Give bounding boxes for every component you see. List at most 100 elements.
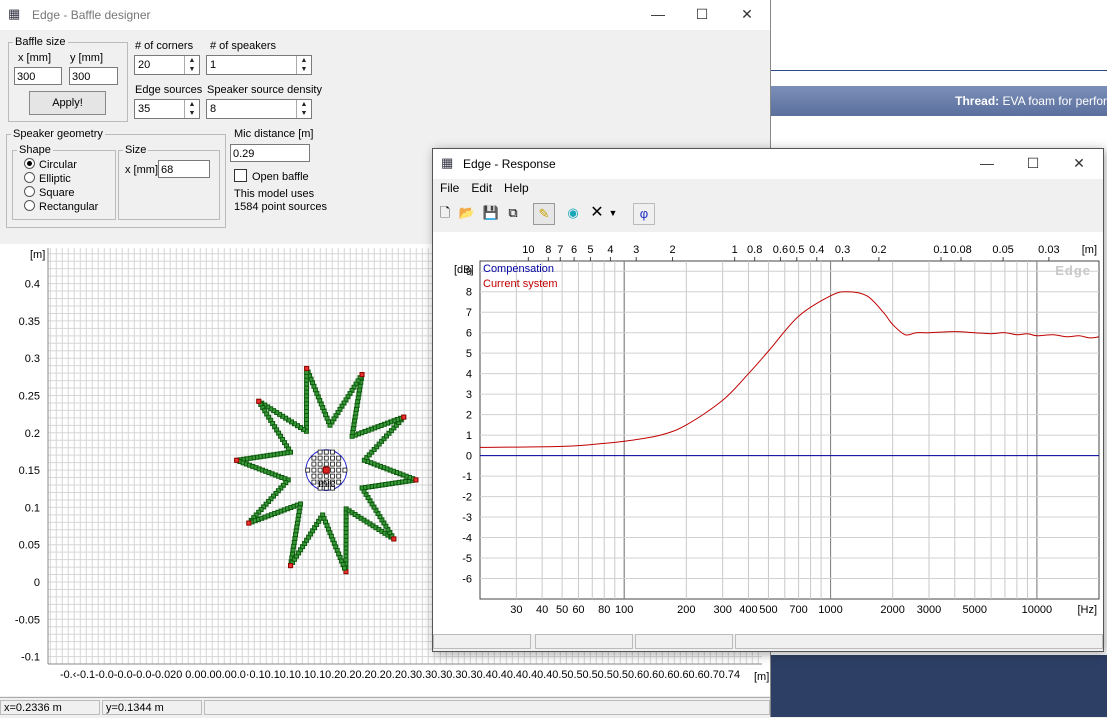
speaker-source-point bbox=[312, 480, 316, 484]
mic-distance-input[interactable]: 0.29 bbox=[230, 144, 310, 162]
menu-bar: File Edit Help bbox=[433, 181, 534, 199]
response-chart-svg[interactable]: 9876543210-1-2-3-4-5-6[dB]30405060801002… bbox=[433, 232, 1103, 634]
top-tick-label: 4 bbox=[607, 244, 613, 256]
radio-circular[interactable]: Circular bbox=[24, 158, 77, 171]
speaker-source-point bbox=[312, 468, 316, 472]
radio-icon[interactable] bbox=[24, 200, 35, 211]
copy-icon[interactable]: ⧉ bbox=[503, 203, 523, 223]
baffle-x-input[interactable]: 300 bbox=[14, 67, 62, 85]
y-tick-label: -6 bbox=[462, 574, 472, 586]
speaker-source-point bbox=[306, 468, 310, 472]
speakers-spinner[interactable]: 1▲▼ bbox=[206, 55, 312, 75]
speaker-source-point bbox=[331, 456, 335, 460]
dropdown-arrow-icon[interactable]: ▼ bbox=[607, 203, 619, 223]
corner-point bbox=[257, 399, 261, 403]
x-axis-label: [Hz] bbox=[1077, 604, 1097, 616]
radio-icon[interactable] bbox=[24, 172, 35, 183]
mic-distance-label: Mic distance [m] bbox=[234, 128, 313, 140]
close-button[interactable]: ✕ bbox=[1069, 155, 1089, 171]
open-baffle-checkbox[interactable]: Open baffle bbox=[234, 169, 309, 183]
baffle-status-bar: x=0.2336 m y=0.1344 m bbox=[0, 697, 770, 718]
spin-arrows-icon[interactable]: ▲▼ bbox=[184, 56, 199, 74]
corners-spinner[interactable]: 20▲▼ bbox=[134, 55, 200, 75]
speaker-source-grid: mic bbox=[306, 450, 347, 491]
baffle-window-title: Edge - Baffle designer bbox=[32, 8, 151, 22]
x-tick-label: 100 bbox=[615, 604, 633, 616]
speaker-source-point bbox=[318, 462, 322, 466]
pencil-icon[interactable]: ✎ bbox=[533, 203, 555, 225]
size-x-label: x [mm] bbox=[125, 164, 158, 176]
edge-source-point bbox=[305, 410, 309, 414]
speaker-source-point bbox=[331, 450, 335, 454]
edge-sources-spinner[interactable]: 35 ▲▼ bbox=[134, 99, 200, 119]
x-tick-label: 40 bbox=[536, 604, 548, 616]
edge-source-point bbox=[305, 390, 309, 394]
menu-edit[interactable]: Edit bbox=[471, 181, 492, 195]
legend-entry: Compensation bbox=[483, 263, 554, 275]
top-tick-label: 0.5 bbox=[789, 244, 804, 256]
x-tick-label: 1000 bbox=[818, 604, 842, 616]
menu-help[interactable]: Help bbox=[504, 181, 529, 195]
size-x-input[interactable]: 68 bbox=[158, 160, 210, 178]
spin-arrows-icon[interactable]: ▲▼ bbox=[296, 100, 311, 118]
edge-source-point bbox=[305, 370, 309, 374]
phase-icon[interactable]: φ bbox=[633, 203, 655, 225]
radio-circular-label: Circular bbox=[39, 159, 77, 171]
thread-title: EVA foam for perfor bbox=[1003, 94, 1107, 108]
corner-point bbox=[414, 478, 418, 482]
speaker-source-point bbox=[324, 456, 328, 460]
edge-source-point bbox=[344, 558, 348, 562]
radio-square[interactable]: Square bbox=[24, 186, 74, 199]
checkbox-icon[interactable] bbox=[234, 169, 247, 182]
edge-sources-value: 35 bbox=[138, 103, 150, 115]
edge-source-point bbox=[304, 418, 308, 422]
x-tick-label: 300 bbox=[713, 604, 731, 616]
radio-icon[interactable] bbox=[24, 186, 35, 197]
speaker-density-spinner[interactable]: 8▲▼ bbox=[206, 99, 312, 119]
save-icon[interactable]: 💾 bbox=[481, 203, 501, 223]
x-tick-label: 500 bbox=[759, 604, 777, 616]
corner-point bbox=[305, 367, 309, 371]
y-tick-label: -0.1 bbox=[21, 652, 40, 664]
edge-source-point bbox=[344, 538, 348, 542]
status-cell bbox=[735, 634, 1103, 649]
x-tick-label: 50 bbox=[556, 604, 568, 616]
maximize-button[interactable]: ☐ bbox=[1023, 155, 1043, 171]
maximize-button[interactable]: ☐ bbox=[692, 6, 712, 22]
corner-point bbox=[402, 415, 406, 419]
top-tick-label: 1 bbox=[732, 244, 738, 256]
model-info-line2: 1584 point sources bbox=[234, 201, 327, 213]
edge-watermark: Edge bbox=[1055, 263, 1091, 278]
close-button[interactable]: ✕ bbox=[737, 6, 757, 22]
radio-rectangular[interactable]: Rectangular bbox=[24, 200, 98, 213]
minimize-button[interactable]: — bbox=[648, 6, 668, 22]
new-file-icon[interactable]: 🗋 bbox=[435, 203, 455, 223]
apply-button[interactable]: Apply! bbox=[29, 91, 106, 115]
speaker-source-point bbox=[337, 456, 341, 460]
minimize-button[interactable]: — bbox=[977, 155, 997, 171]
top-tick-label: 0.4 bbox=[809, 244, 824, 256]
baffle-y-label: y [mm] bbox=[70, 52, 103, 64]
radio-selected-icon[interactable] bbox=[24, 158, 35, 169]
baffle-x-label: x [mm] bbox=[18, 52, 51, 64]
baffle-y-input[interactable]: 300 bbox=[69, 67, 118, 85]
delete-icon[interactable]: ✕ bbox=[587, 203, 607, 223]
x-tick-label: 5000 bbox=[963, 604, 987, 616]
response-plot[interactable]: 9876543210-1-2-3-4-5-6[dB]30405060801002… bbox=[433, 232, 1103, 634]
spin-arrows-icon[interactable]: ▲▼ bbox=[296, 56, 311, 74]
y-tick-label: -1 bbox=[462, 471, 472, 483]
response-titlebar[interactable]: ▦ Edge - Response — ☐ ✕ bbox=[433, 149, 1103, 179]
speaker-icon[interactable]: ◉ bbox=[563, 203, 583, 223]
speaker-source-point bbox=[337, 474, 341, 478]
menu-file[interactable]: File bbox=[440, 181, 459, 195]
top-tick-label: 0.6 bbox=[773, 244, 788, 256]
background-address-bar bbox=[771, 48, 1107, 71]
status-cell bbox=[635, 634, 733, 649]
spin-arrows-icon[interactable]: ▲▼ bbox=[184, 100, 199, 118]
x-tick-label: 700 bbox=[789, 604, 807, 616]
baffle-titlebar[interactable]: ▦ Edge - Baffle designer — ☐ ✕ bbox=[0, 0, 770, 30]
y-tick-label: 3 bbox=[466, 389, 472, 401]
x-tick-label: 10000 bbox=[1022, 604, 1053, 616]
open-folder-icon[interactable]: 📂 bbox=[457, 203, 477, 223]
radio-elliptic[interactable]: Elliptic bbox=[24, 172, 71, 185]
